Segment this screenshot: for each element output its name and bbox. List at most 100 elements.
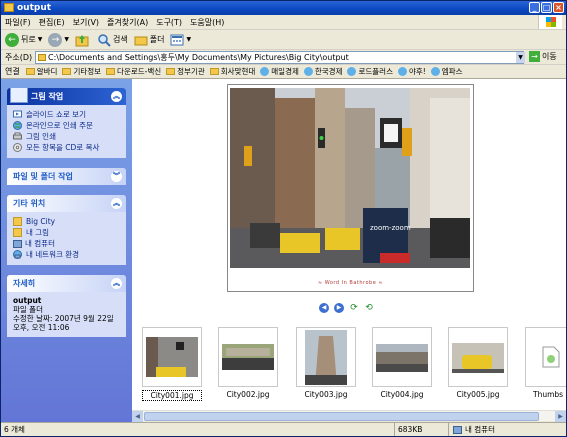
- file-folder-tasks-header[interactable]: 파일 및 폴더 작업 ︾: [7, 168, 126, 185]
- link-item[interactable]: 한국경제: [303, 66, 342, 77]
- go-arrow-icon: →: [529, 51, 540, 62]
- printer-icon: [13, 132, 22, 140]
- back-label: 뒤로: [21, 35, 36, 44]
- back-arrow-icon: ←: [5, 32, 19, 47]
- folders-button[interactable]: 폴더: [134, 33, 165, 47]
- menu-favorites[interactable]: 즐겨찾기(A): [107, 17, 148, 28]
- place-big-city[interactable]: Big City: [13, 216, 122, 227]
- thumbnail-frame: [296, 327, 356, 387]
- thumbnail-item[interactable]: City005.jpg: [448, 327, 508, 399]
- preview-controls: ◀ ▶ ⟳ ⟲: [319, 303, 374, 313]
- image-preview[interactable]: zoom-zoom ≈ Word In Bathrobe ≈: [227, 84, 474, 292]
- horizontal-scrollbar[interactable]: ◀ ▶: [132, 410, 566, 422]
- collapse-icon[interactable]: ︽: [111, 91, 122, 102]
- menu-tools[interactable]: 도구(T): [156, 17, 182, 28]
- thumbnail-item[interactable]: Thumbs: [525, 327, 566, 399]
- computer-icon: [453, 425, 462, 434]
- status-location-label: 내 컴퓨터: [465, 425, 495, 434]
- link-item[interactable]: 알바디: [25, 66, 57, 77]
- folders-label: 폴더: [149, 35, 165, 44]
- thumbnail-item[interactable]: City002.jpg: [218, 327, 278, 399]
- slideshow-icon: [13, 110, 22, 118]
- title-bar[interactable]: output _ □ ×: [1, 1, 566, 15]
- close-button[interactable]: ×: [553, 2, 564, 13]
- collapse-icon[interactable]: ︽: [111, 278, 122, 289]
- details-type: 파일 폴더: [13, 305, 43, 314]
- place-label: 내 네트워크 환경: [26, 250, 80, 259]
- photo-caption: ≈ Word In Bathrobe ≈: [317, 280, 384, 286]
- address-input[interactable]: C:\Documents and Settings\홍두\My Document…: [35, 51, 524, 64]
- slideshow-task[interactable]: 슬라이드 쇼로 보기: [13, 109, 122, 120]
- expand-icon[interactable]: ︾: [111, 171, 122, 182]
- link-item[interactable]: 정부기관: [166, 66, 205, 77]
- other-places-title: 기타 위치: [13, 199, 46, 208]
- views-button[interactable]: ▼: [170, 33, 191, 47]
- link-item[interactable]: 엠파스: [430, 66, 463, 77]
- place-my-pictures[interactable]: 내 그림: [13, 227, 122, 238]
- link-label: 매일경제: [271, 67, 299, 76]
- folder-up-icon: [75, 34, 89, 46]
- other-places-header[interactable]: 기타 위치 ︽: [7, 195, 126, 212]
- folder-icon: [106, 68, 116, 75]
- network-icon: [13, 250, 22, 259]
- window-title: output: [17, 3, 52, 13]
- web-page-icon: [303, 67, 313, 76]
- link-item[interactable]: 다운로드-백신: [106, 66, 161, 77]
- print-pictures-task[interactable]: 그림 인쇄: [13, 131, 122, 142]
- link-label: 회사맞현대: [220, 67, 256, 76]
- picture-tasks-title: 그림 작업: [31, 92, 64, 101]
- explorer-window: output _ □ × 파일(F) 편집(E) 보기(V) 즐겨찾기(A) 도…: [0, 0, 567, 437]
- picture-tasks-header[interactable]: 그림 작업 ︽: [7, 88, 126, 105]
- up-folder-button[interactable]: [75, 33, 91, 47]
- order-prints-task[interactable]: 온라인으로 인쇄 주문: [13, 120, 122, 131]
- link-item[interactable]: 로드플러스: [347, 66, 393, 77]
- scrollbar-thumb[interactable]: [144, 412, 539, 421]
- link-label: 야후!: [408, 67, 426, 76]
- maximize-button[interactable]: □: [541, 2, 552, 13]
- thumbnail-item[interactable]: City001.jpg: [142, 327, 202, 401]
- link-item[interactable]: 기타정보: [62, 66, 101, 77]
- folder-icon: [62, 68, 72, 75]
- thumbnail-image: [305, 330, 347, 385]
- details-panel: 자세히 ︽ output 파일 폴더 수정한 날짜: 2007년 9월 22일 …: [7, 275, 126, 337]
- rotate-counterclockwise-button[interactable]: ⟲: [364, 303, 374, 313]
- previous-image-button[interactable]: ◀: [319, 303, 329, 313]
- status-location: 내 컴퓨터: [448, 423, 495, 436]
- scroll-left-icon[interactable]: ◀: [132, 411, 143, 422]
- search-button[interactable]: 검색: [97, 33, 128, 47]
- status-bar: 6 개체 683KB 내 컴퓨터: [1, 422, 566, 436]
- thumbnail-frame: [218, 327, 278, 387]
- go-button[interactable]: → 이동: [529, 51, 557, 62]
- copy-to-cd-task[interactable]: 모든 항목을 CD로 복사: [13, 142, 122, 153]
- city-street-photo: zoom-zoom: [230, 88, 470, 268]
- place-network[interactable]: 내 네트워크 환경: [13, 249, 122, 260]
- rotate-clockwise-button[interactable]: ⟳: [349, 303, 359, 313]
- thumbnail-item[interactable]: City004.jpg: [372, 327, 432, 399]
- place-my-computer[interactable]: 내 컴퓨터: [13, 238, 122, 249]
- address-dropdown-button[interactable]: ▼: [516, 52, 525, 63]
- link-item[interactable]: 야후!: [397, 66, 426, 77]
- search-icon: [98, 33, 111, 47]
- web-page-icon: [430, 67, 440, 76]
- thumbnail-item[interactable]: City003.jpg: [296, 327, 356, 399]
- task-pane: 그림 작업 ︽ 슬라이드 쇼로 보기 온라인으로 인쇄 주문 그림 인쇄 모든 …: [1, 79, 132, 423]
- menu-help[interactable]: 도움말(H): [190, 17, 224, 28]
- collapse-icon[interactable]: ︽: [111, 198, 122, 209]
- back-button[interactable]: ← 뒤로 ▼: [5, 32, 42, 47]
- scroll-right-icon[interactable]: ▶: [555, 411, 566, 422]
- thumbnail-label: City005.jpg: [456, 390, 500, 399]
- menu-view[interactable]: 보기(V): [73, 17, 99, 28]
- link-item[interactable]: 회사맞현대: [209, 66, 256, 77]
- menu-file[interactable]: 파일(F): [5, 17, 31, 28]
- menu-edit[interactable]: 편집(E): [39, 17, 65, 28]
- details-header[interactable]: 자세히 ︽: [7, 275, 126, 292]
- next-image-button[interactable]: ▶: [334, 303, 344, 313]
- thumbnail-frame: [525, 327, 566, 387]
- place-label: 내 컴퓨터: [25, 239, 55, 248]
- web-page-icon: [347, 67, 357, 76]
- minimize-button[interactable]: _: [529, 2, 540, 13]
- picture-tasks-icon: [10, 88, 28, 103]
- link-item[interactable]: 매일경제: [260, 66, 299, 77]
- forward-button[interactable]: → ▼: [48, 32, 69, 47]
- folders-icon: [134, 36, 148, 45]
